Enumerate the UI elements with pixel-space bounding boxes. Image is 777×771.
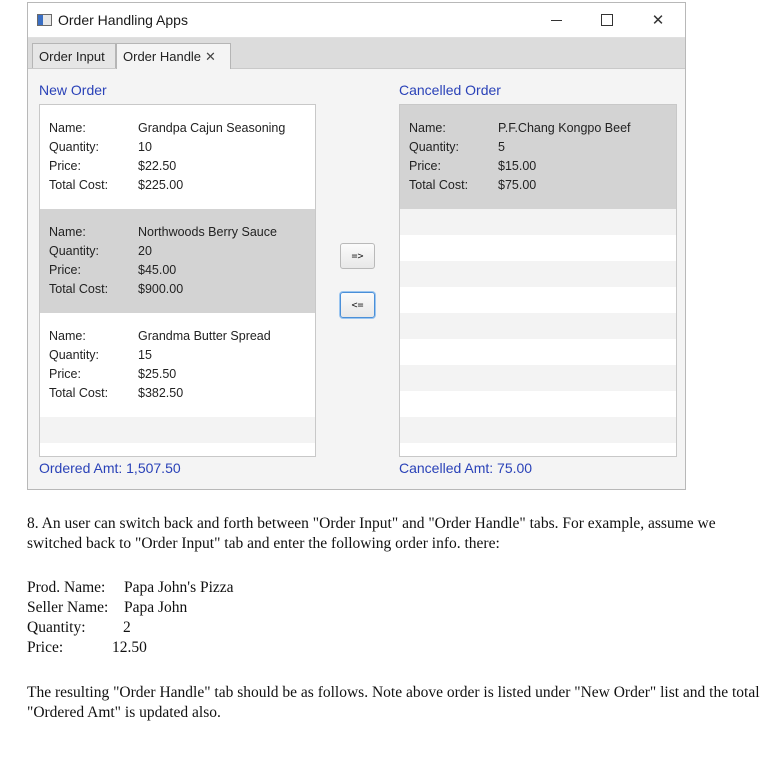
price-label: Price:: [49, 263, 81, 277]
name-label: Name:: [49, 329, 86, 343]
new-order-list[interactable]: Name: Grandpa Cajun Seasoning Quantity: 10…: [39, 104, 316, 457]
price-label: Price:: [409, 159, 441, 173]
field-label: Prod. Name:: [27, 579, 106, 596]
empty-row: [40, 443, 315, 456]
item-price: $22.50: [138, 159, 177, 173]
order-info-block: Prod. Name: Papa John's Pizza Seller Name…: [27, 578, 767, 658]
total-label: Total Cost:: [49, 282, 109, 296]
name-label: Name:: [49, 225, 86, 239]
app-window: Order Handling Apps ✕ Order Input Order …: [27, 2, 686, 490]
close-window-button[interactable]: ✕: [635, 3, 681, 37]
empty-row: [400, 339, 676, 365]
ordered-amount: Ordered Amt: 1,507.50: [39, 460, 181, 476]
field-value: Papa John: [124, 599, 188, 616]
item-total: $900.00: [138, 282, 184, 296]
empty-row: [400, 235, 676, 261]
item-quantity: 5: [498, 140, 505, 154]
close-icon: ✕: [651, 12, 665, 29]
tab-close-icon[interactable]: ✕: [205, 49, 216, 65]
field-label: Seller Name:: [27, 599, 109, 616]
maximize-button[interactable]: [584, 3, 630, 37]
tab-label: Order Input: [39, 48, 105, 64]
price-label: Price:: [49, 367, 81, 381]
item-price: $15.00: [498, 159, 537, 173]
minimize-button[interactable]: [533, 3, 579, 37]
item-price: $45.00: [138, 263, 177, 277]
move-to-new-button[interactable]: <=: [340, 292, 375, 318]
result-paragraph: The resulting "Order Handle" tab should …: [27, 684, 760, 721]
list-item[interactable]: Name: Grandma Butter Spread Quantity: 15 P…: [40, 313, 315, 417]
list-item-selected[interactable]: Name: Northwoods Berry Sauce Quantity: 20 …: [40, 209, 315, 313]
item-price: $25.50: [138, 367, 177, 381]
cancelled-order-list[interactable]: Name: P.F.Chang Kongpo Beef Quantity: 5 Pr…: [399, 104, 677, 457]
maximize-icon: [601, 14, 613, 26]
price-label: Price:: [49, 159, 81, 173]
item-quantity: 20: [138, 244, 152, 258]
total-label: Total Cost:: [49, 386, 109, 400]
tab-order-handle[interactable]: Order Handle ✕: [116, 43, 231, 69]
new-order-title: New Order: [39, 82, 107, 98]
item-total: $75.00: [498, 178, 537, 192]
item-name: Grandma Butter Spread: [138, 329, 271, 343]
cancelled-order-title: Cancelled Order: [399, 82, 501, 98]
app-icon: [37, 14, 52, 26]
total-label: Total Cost:: [409, 178, 469, 192]
tab-order-input[interactable]: Order Input: [32, 43, 116, 68]
name-label: Name:: [409, 121, 446, 135]
name-label: Name:: [49, 121, 86, 135]
item-name: P.F.Chang Kongpo Beef: [498, 121, 631, 135]
title-bar[interactable]: Order Handling Apps ✕: [28, 3, 685, 38]
empty-row: [400, 417, 676, 443]
tab-bar: Order Input Order Handle ✕: [28, 38, 685, 69]
move-to-cancelled-button[interactable]: =>: [340, 243, 375, 269]
item-quantity: 10: [138, 140, 152, 154]
quantity-label: Quantity:: [49, 244, 100, 258]
item-name: Northwoods Berry Sauce: [138, 225, 277, 239]
empty-row: [40, 417, 315, 443]
item-quantity: 15: [138, 348, 152, 362]
item-total: $382.50: [138, 386, 184, 400]
empty-row: [400, 391, 676, 417]
field-label: Quantity:: [27, 619, 86, 636]
field-label: Price:: [27, 639, 64, 656]
empty-row: [400, 209, 676, 235]
quantity-label: Quantity:: [49, 140, 100, 154]
list-item-selected[interactable]: Name: P.F.Chang Kongpo Beef Quantity: 5 Pr…: [400, 105, 676, 209]
cancelled-amount: Cancelled Amt: 75.00: [399, 460, 533, 476]
empty-row: [400, 365, 676, 391]
field-value: Papa John's Pizza: [124, 579, 234, 596]
field-value: 2: [123, 619, 131, 636]
empty-row: [400, 287, 676, 313]
window-title: Order Handling Apps: [58, 12, 188, 28]
list-item[interactable]: Name: Grandpa Cajun Seasoning Quantity: 10…: [40, 105, 315, 209]
field-value: 12.50: [112, 639, 147, 656]
empty-row: [400, 261, 676, 287]
quantity-label: Quantity:: [409, 140, 460, 154]
instruction-paragraph: 8. An user can switch back and forth bet…: [27, 515, 716, 552]
quantity-label: Quantity:: [49, 348, 100, 362]
empty-row: [400, 313, 676, 339]
total-label: Total Cost:: [49, 178, 109, 192]
item-name: Grandpa Cajun Seasoning: [138, 121, 286, 135]
tab-label: Order Handle: [123, 49, 202, 64]
item-total: $225.00: [138, 178, 184, 192]
minimize-icon: [550, 19, 562, 21]
